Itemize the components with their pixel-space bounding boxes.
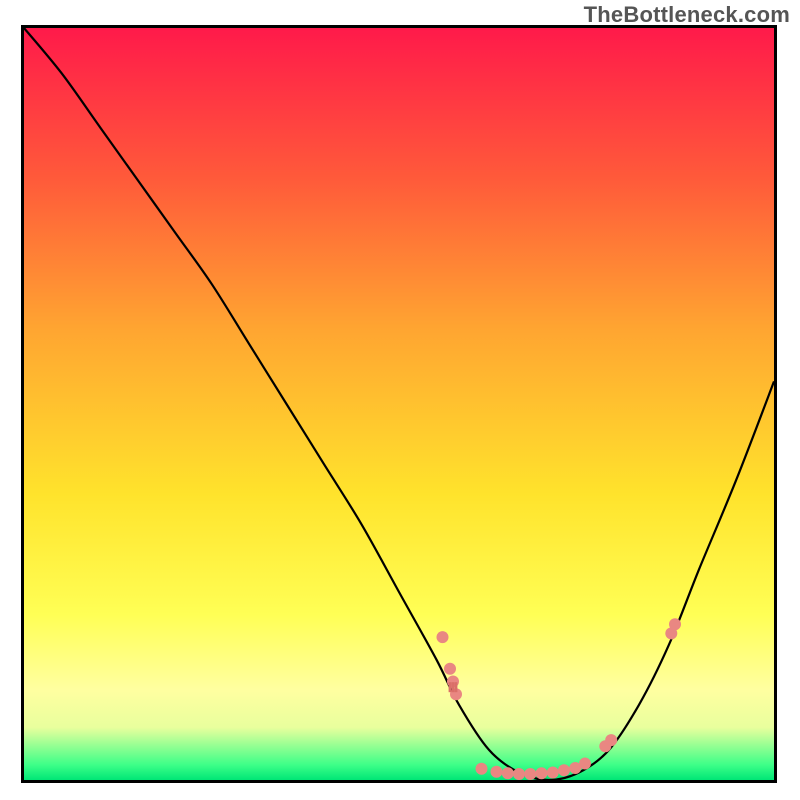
data-point xyxy=(491,766,503,778)
curve-overlay xyxy=(24,28,774,780)
data-point xyxy=(513,768,525,780)
data-point xyxy=(547,767,559,779)
data-tick xyxy=(455,682,458,692)
data-point xyxy=(444,663,456,675)
data-point xyxy=(476,763,488,775)
data-point xyxy=(605,734,617,746)
data-point xyxy=(669,618,681,630)
data-markers xyxy=(437,618,682,780)
data-point xyxy=(524,768,536,780)
data-tick xyxy=(449,682,452,692)
bottleneck-curve xyxy=(24,28,774,780)
watermark-text: TheBottleneck.com xyxy=(584,2,790,28)
data-point xyxy=(558,764,570,776)
data-tick xyxy=(452,682,455,692)
chart-container: TheBottleneck.com xyxy=(0,0,800,800)
data-point xyxy=(536,767,548,779)
data-point xyxy=(502,767,514,779)
data-point xyxy=(579,758,591,770)
data-point xyxy=(437,631,449,643)
plot-area xyxy=(21,25,777,783)
